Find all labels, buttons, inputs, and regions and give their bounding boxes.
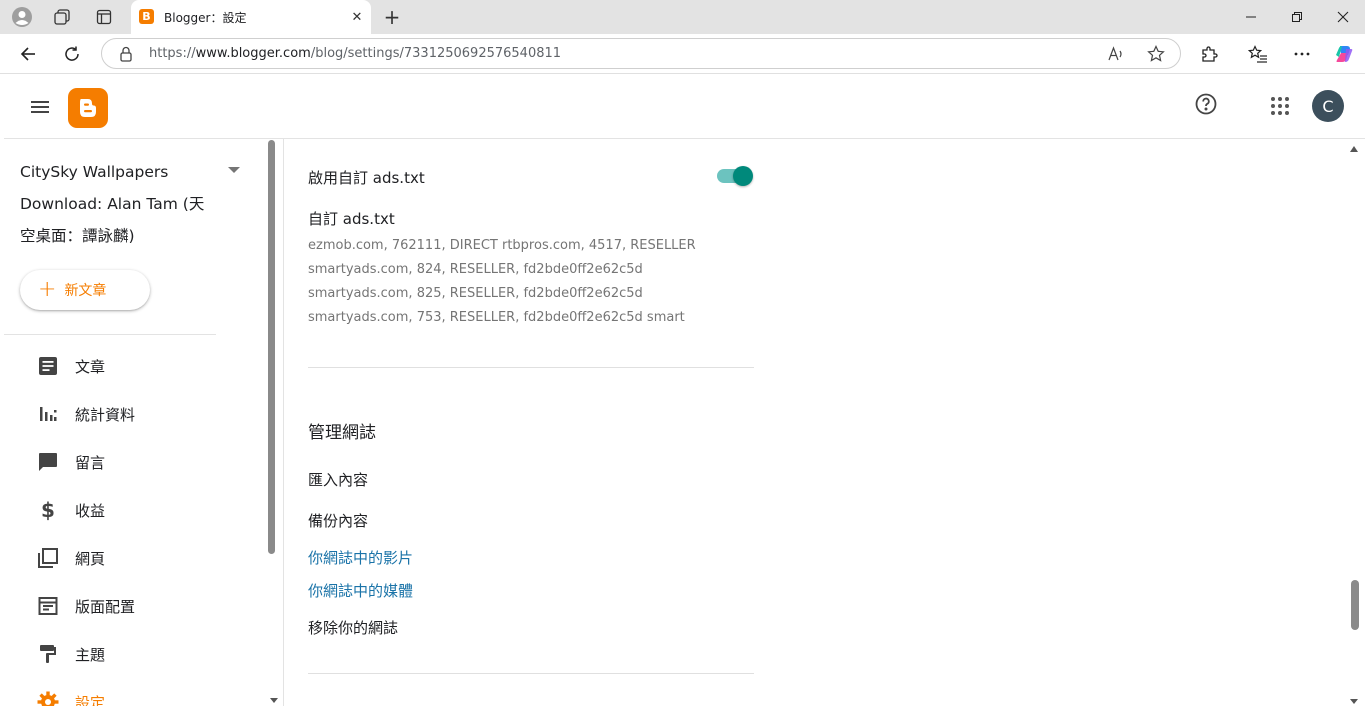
account-avatar[interactable]: C — [1312, 90, 1344, 122]
enable-custom-ads-toggle[interactable] — [717, 166, 753, 186]
copilot-icon[interactable] — [1330, 40, 1358, 68]
plus-icon: + — [38, 277, 57, 302]
sidebar-scrollbar[interactable] — [268, 140, 275, 554]
menu-icon[interactable] — [28, 95, 52, 119]
refresh-icon[interactable] — [58, 40, 86, 68]
new-tab-icon[interactable]: + — [380, 5, 404, 29]
backup-content-link[interactable]: 備份內容 — [308, 510, 368, 531]
sidebar-item-posts[interactable]: 文章 — [4, 346, 266, 386]
sidebar-item-settings[interactable]: 設定 — [4, 682, 266, 706]
sidebar-item-label: 收益 — [75, 502, 106, 520]
sidebar-item-theme[interactable]: 主題 — [4, 634, 266, 674]
blogger-header: C — [4, 74, 1365, 139]
settings-icon — [36, 690, 60, 706]
sidebar-item-pages[interactable]: 網頁 — [4, 538, 266, 578]
lock-icon[interactable] — [119, 46, 133, 66]
blog-title[interactable]: CitySky Wallpapers Download: Alan Tam (天… — [20, 156, 216, 252]
manage-blog-title: 管理網誌 — [308, 423, 376, 443]
stats-icon — [36, 402, 60, 426]
sidebar-item-layout[interactable]: 版面配置 — [4, 586, 266, 626]
sidebar-item-stats[interactable]: 統計資料 — [4, 394, 266, 434]
sidebar-item-label: 文章 — [75, 358, 106, 376]
sidebar-item-label: 留言 — [75, 454, 106, 472]
sidebar-item-comments[interactable]: 留言 — [4, 442, 266, 482]
theme-icon — [36, 642, 60, 666]
sidebar-item-label: 版面配置 — [75, 598, 136, 616]
help-icon[interactable] — [1194, 92, 1218, 116]
apps-grid-icon[interactable] — [1268, 94, 1292, 118]
browser-tab-bar: B Blogger：設定 ✕ + — [0, 0, 1365, 34]
browser-toolbar: https://www.blogger.com/blog/settings/73… — [0, 34, 1365, 74]
sidebar-divider — [4, 334, 216, 335]
extensions-icon[interactable] — [1195, 40, 1223, 68]
page-scroll-down-icon[interactable] — [1350, 699, 1358, 704]
sidebar: CitySky Wallpapers Download: Alan Tam (天… — [4, 139, 284, 706]
section-divider — [308, 367, 754, 368]
custom-ads-value[interactable]: ezmob.com, 762111, DIRECT rtbpros.com, 4… — [308, 234, 748, 330]
blogger-logo-icon[interactable] — [68, 88, 108, 128]
back-icon[interactable] — [14, 40, 42, 68]
sidebar-item-label: 主題 — [75, 646, 106, 664]
sidebar-item-label: 統計資料 — [75, 406, 136, 424]
blog-switcher-chevron-down-icon[interactable] — [228, 167, 240, 173]
enable-custom-ads-label: 啟用自訂 ads.txt — [308, 169, 425, 187]
comments-icon — [36, 450, 60, 474]
layout-icon — [36, 594, 60, 618]
custom-ads-label[interactable]: 自訂 ads.txt — [308, 208, 395, 229]
address-bar[interactable]: https://www.blogger.com/blog/settings/73… — [101, 38, 1181, 69]
page-scrollbar[interactable] — [1351, 580, 1359, 630]
sidebar-item-earnings[interactable]: $ 收益 — [4, 490, 266, 530]
profile-icon[interactable] — [10, 5, 34, 29]
sidebar-item-label: 網頁 — [75, 550, 106, 568]
more-menu-icon[interactable] — [1288, 40, 1316, 68]
close-tab-icon[interactable]: ✕ — [347, 7, 367, 27]
restore-icon[interactable] — [1274, 0, 1320, 34]
remove-blog-link[interactable]: 移除你的網誌 — [308, 617, 398, 638]
blog-media-link[interactable]: 你網誌中的媒體 — [308, 580, 413, 601]
favorite-star-icon[interactable] — [1147, 45, 1165, 63]
blog-videos-link[interactable]: 你網誌中的影片 — [308, 547, 413, 568]
workspaces-icon[interactable] — [50, 5, 74, 29]
favorites-list-icon[interactable] — [1244, 40, 1272, 68]
tab-title: Blogger：設定 — [164, 11, 247, 25]
read-aloud-icon[interactable] — [1107, 45, 1125, 63]
section-divider — [308, 673, 754, 674]
toggle-knob — [733, 166, 753, 186]
posts-icon — [36, 354, 60, 378]
new-post-button[interactable]: + 新文章 — [20, 270, 150, 310]
close-window-icon[interactable] — [1320, 0, 1365, 34]
tab-blogger-settings[interactable]: B Blogger：設定 ✕ — [131, 0, 371, 34]
pages-icon — [36, 546, 60, 570]
new-post-label: 新文章 — [64, 283, 107, 299]
minimize-icon[interactable] — [1228, 0, 1274, 34]
settings-main: 啟用自訂 ads.txt 自訂 ads.txt ezmob.com, 76211… — [285, 139, 1350, 706]
url-text[interactable]: https://www.blogger.com/blog/settings/73… — [149, 46, 561, 61]
sidebar-item-label: 設定 — [75, 694, 106, 706]
import-content-link[interactable]: 匯入內容 — [308, 469, 368, 490]
tab-actions-icon[interactable] — [92, 5, 116, 29]
blogger-favicon-icon: B — [139, 9, 154, 24]
sidebar-scroll-down-icon[interactable] — [270, 698, 278, 703]
page-scroll-up-icon[interactable] — [1350, 146, 1358, 152]
earnings-icon: $ — [41, 498, 55, 522]
